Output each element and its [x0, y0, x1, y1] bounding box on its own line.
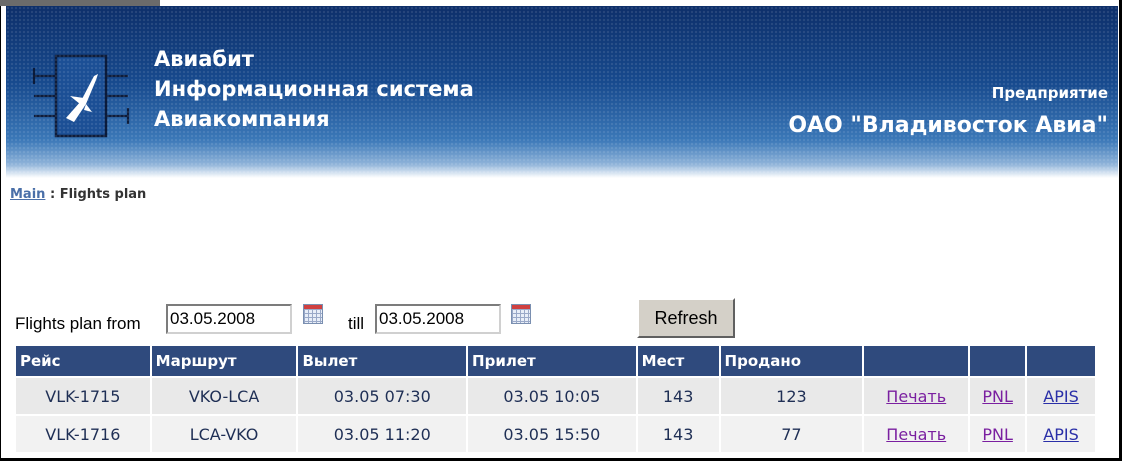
app-name: Авиабит [154, 47, 254, 71]
column-header: Рейс [14, 344, 152, 378]
sold-cell: 77 [718, 414, 865, 454]
route-cell: VKO-LCA [149, 376, 299, 416]
airplane-logo-icon [32, 54, 130, 138]
column-header [968, 344, 1028, 378]
print-cell: Печать [862, 376, 971, 416]
table-row: VLK-1715 VKO-LCA 03.05 07:30 03.05 10:05… [14, 376, 1097, 416]
breadcrumb: Main : Flights plan [10, 187, 146, 202]
print-link[interactable]: Печать [886, 387, 946, 406]
date-till-input[interactable] [375, 304, 501, 334]
breadcrumb-separator: : [45, 187, 60, 202]
seats-cell: 143 [635, 414, 721, 454]
column-header [862, 344, 971, 378]
from-label: Flights plan from [15, 314, 141, 333]
app-subtitle: Информационная система [154, 77, 474, 101]
print-link[interactable]: Печать [886, 425, 946, 444]
departure-cell: 03.05 11:20 [296, 414, 469, 454]
column-header: Вылет [296, 344, 469, 378]
flight-cell: VLK-1716 [14, 414, 152, 454]
table-row: VLK-1716 LCA-VKO 03.05 11:20 03.05 15:50… [14, 414, 1097, 454]
apis-cell: APIS [1025, 376, 1097, 416]
column-header: Мест [635, 344, 721, 378]
sold-cell: 123 [718, 376, 865, 416]
company-name: ОАО "Владивосток Авиа" [788, 113, 1108, 138]
pnl-link[interactable]: PNL [982, 425, 1013, 444]
company-label: Предприятие [991, 84, 1108, 102]
arrival-cell: 03.05 10:05 [466, 376, 638, 416]
table-header-row: Рейс Маршрут Вылет Прилет Мест Продано [14, 344, 1097, 378]
seats-cell: 143 [635, 376, 721, 416]
pnl-link[interactable]: PNL [982, 387, 1013, 406]
column-header: Продано [718, 344, 865, 378]
till-label: till [348, 314, 365, 333]
pnl-cell: PNL [968, 376, 1028, 416]
column-header: Маршрут [149, 344, 299, 378]
apis-cell: APIS [1025, 414, 1097, 454]
breadcrumb-main-link[interactable]: Main [10, 187, 45, 202]
arrival-cell: 03.05 15:50 [466, 414, 638, 454]
apis-link[interactable]: APIS [1043, 387, 1078, 406]
calendar-icon[interactable] [511, 304, 531, 324]
pnl-cell: PNL [968, 414, 1028, 454]
flight-cell: VLK-1715 [14, 376, 152, 416]
print-cell: Печать [862, 414, 971, 454]
flights-table: Рейс Маршрут Вылет Прилет Мест Продано V… [14, 344, 1097, 454]
column-header: Прилет [466, 344, 638, 378]
apis-link[interactable]: APIS [1043, 425, 1078, 444]
column-header [1025, 344, 1097, 378]
calendar-icon[interactable] [303, 304, 323, 324]
app-module: Авиакомпания [154, 107, 330, 131]
date-from-input[interactable] [166, 304, 292, 334]
breadcrumb-current: Flights plan [59, 187, 147, 202]
header-banner: Авиабит Информационная система Авиакомпа… [6, 6, 1118, 178]
refresh-button[interactable]: Refresh [637, 298, 735, 338]
route-cell: LCA-VKO [149, 414, 299, 454]
departure-cell: 03.05 07:30 [296, 376, 469, 416]
